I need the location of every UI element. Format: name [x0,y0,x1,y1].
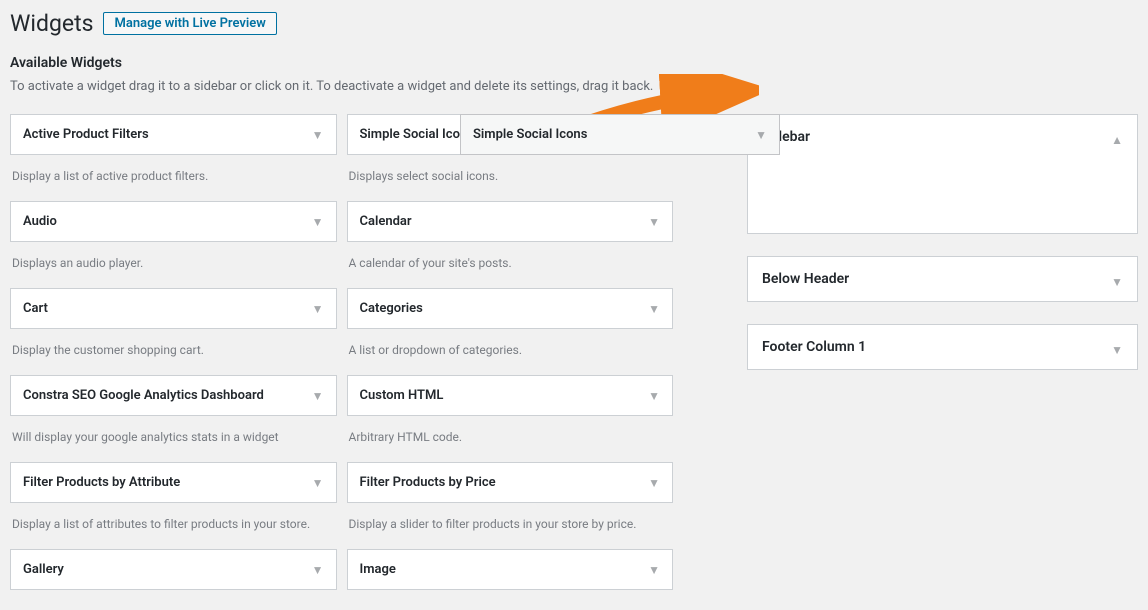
widget-desc: A calendar of your site's posts. [347,242,674,288]
chevron-down-icon: ▼ [312,128,324,142]
widget-title: Simple Social Icons [473,127,587,142]
widget-desc: Display a slider to filter products in y… [347,503,674,549]
page-title: Widgets [10,10,93,37]
widget-desc: Arbitrary HTML code. [347,416,674,462]
widget-filter-by-attribute[interactable]: Filter Products by Attribute ▼ [10,462,337,503]
widget-filter-by-price[interactable]: Filter Products by Price ▼ [347,462,674,503]
widget-title: Categories [360,301,423,316]
widget-desc: Displays select social icons. [347,155,674,201]
chevron-down-icon: ▼ [648,215,660,229]
widget-categories[interactable]: Categories ▼ [347,288,674,329]
widget-column-2: Simple Social Icons ▼ Displays select so… [347,114,674,590]
widget-desc: Will display your google analytics stats… [10,416,337,462]
available-widgets-columns: Active Product Filters ▼ Display a list … [10,114,673,590]
widgets-layout: Active Product Filters ▼ Display a list … [10,114,1138,590]
chevron-down-icon: ▼ [312,302,324,316]
widget-desc: Display a list of attributes to filter p… [10,503,337,549]
widget-custom-html[interactable]: Custom HTML ▼ [347,375,674,416]
widget-calendar[interactable]: Calendar ▼ [347,201,674,242]
sidebar-title: Below Header [762,271,1123,287]
widget-title: Active Product Filters [23,127,149,142]
widget-title: Cart [23,301,48,316]
sidebar-area-footer-column-1[interactable]: Footer Column 1 ▼ [747,324,1138,370]
chevron-down-icon: ▼ [312,389,324,403]
widget-cart[interactable]: Cart ▼ [10,288,337,329]
chevron-down-icon: ▼ [312,563,324,577]
chevron-down-icon: ▼ [312,476,324,490]
chevron-down-icon: ▼ [1111,275,1123,289]
manage-live-preview-button[interactable]: Manage with Live Preview [103,12,276,35]
sidebar-area-below-header[interactable]: Below Header ▼ [747,256,1138,302]
widget-title: Filter Products by Price [360,475,496,490]
widget-title: Custom HTML [360,388,444,403]
widget-title: Image [360,562,396,577]
widget-column-1: Active Product Filters ▼ Display a list … [10,114,337,590]
widget-title: Calendar [360,214,412,229]
dragged-widget[interactable]: Simple Social Icons ▼ [460,114,780,155]
widget-active-product-filters[interactable]: Active Product Filters ▼ [10,114,337,155]
chevron-down-icon: ▼ [312,215,324,229]
sidebar-areas-column: Sidebar ▲ Below Header ▼ Footer Column 1… [747,114,1138,590]
widget-title: Filter Products by Attribute [23,475,180,490]
widget-title: Gallery [23,562,64,577]
widget-desc: Display the customer shopping cart. [10,329,337,375]
chevron-down-icon: ▼ [648,302,660,316]
widget-desc: A list or dropdown of categories. [347,329,674,375]
widget-desc: Display a list of active product filters… [10,155,337,201]
chevron-down-icon: ▼ [1111,343,1123,357]
widget-analytics-dashboard[interactable]: Constra SEO Google Analytics Dashboard ▼ [10,375,337,416]
sidebar-title: Footer Column 1 [762,339,1123,355]
widget-desc: Displays an audio player. [10,242,337,288]
chevron-down-icon: ▼ [648,563,660,577]
sidebar-title: Sidebar [762,129,1123,145]
section-description: To activate a widget drag it to a sideba… [10,79,1138,94]
widget-image[interactable]: Image ▼ [347,549,674,590]
chevron-up-icon: ▲ [1111,133,1123,147]
widget-audio[interactable]: Audio ▼ [10,201,337,242]
chevron-down-icon: ▼ [648,476,660,490]
widget-title: Constra SEO Google Analytics Dashboard [23,388,264,403]
widget-title: Simple Social Icons [360,127,474,142]
widget-title: Audio [23,214,57,229]
chevron-down-icon: ▼ [755,128,767,142]
available-widgets-heading: Available Widgets [10,55,1138,71]
widget-gallery[interactable]: Gallery ▼ [10,549,337,590]
sidebar-area-sidebar[interactable]: Sidebar ▲ [747,114,1138,234]
chevron-down-icon: ▼ [648,389,660,403]
